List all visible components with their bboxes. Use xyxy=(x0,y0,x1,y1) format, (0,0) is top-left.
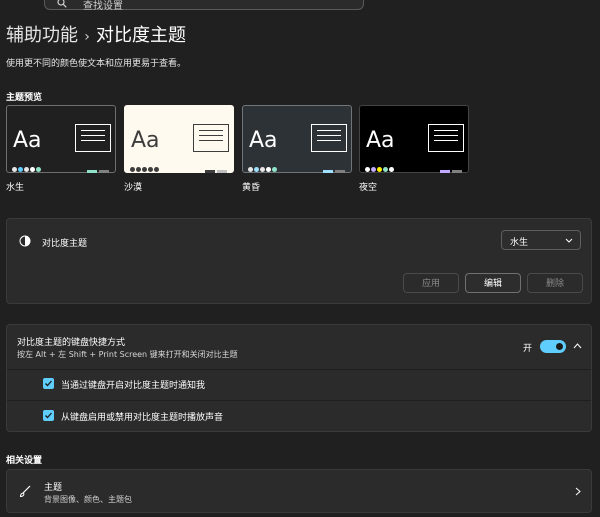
color-dot xyxy=(36,167,41,172)
divider xyxy=(7,400,591,401)
color-dot xyxy=(389,167,394,172)
related-settings-label: 相关设置 xyxy=(6,456,43,466)
color-dot xyxy=(148,167,153,172)
color-dot xyxy=(248,167,253,172)
color-dot xyxy=(130,167,135,172)
notify-option-label: 当通过键盘开启对比度主题时通知我 xyxy=(61,381,206,391)
page-description: 使用更不同的颜色使文本和应用更易于查看。 xyxy=(6,59,187,69)
toggle-knob xyxy=(556,343,563,350)
shortcut-subtitle: 按左 Alt + 左 Shift + Print Screen 键来打开和关闭对… xyxy=(17,350,238,359)
theme-card[interactable]: Aa xyxy=(124,105,234,173)
color-dot xyxy=(30,167,35,172)
contrast-icon xyxy=(19,235,31,247)
brush-icon xyxy=(19,485,31,498)
theme-window-preview xyxy=(193,124,229,152)
theme-sample-text: Aa xyxy=(131,128,160,153)
shortcut-panel: 对比度主题的键盘快捷方式 按左 Alt + 左 Shift + Print Sc… xyxy=(6,324,592,432)
theme-sample-text: Aa xyxy=(366,128,395,153)
preview-button xyxy=(205,170,215,173)
related-themes-subtitle: 背景图像、颜色、主题包 xyxy=(44,495,132,504)
color-dot xyxy=(12,167,17,172)
color-dot xyxy=(365,167,370,172)
theme-color-dots xyxy=(130,157,160,176)
search-icon xyxy=(57,0,67,8)
color-dot xyxy=(371,167,376,172)
notify-checkbox[interactable] xyxy=(43,378,54,389)
edit-button[interactable]: 编辑 xyxy=(465,273,521,293)
color-dot xyxy=(24,167,29,172)
preview-button xyxy=(452,170,462,173)
checkmark-icon xyxy=(45,380,52,387)
chevron-right-icon xyxy=(575,487,581,496)
sound-checkbox[interactable] xyxy=(43,410,54,421)
theme-name: 夜空 xyxy=(359,183,378,193)
theme-window-preview xyxy=(75,124,111,152)
theme-name: 水生 xyxy=(6,183,25,193)
theme-preview-label: 主题预览 xyxy=(6,93,43,103)
preview-button xyxy=(99,170,109,173)
chevron-right-icon: › xyxy=(84,29,90,45)
divider xyxy=(7,369,591,370)
theme-sample-text: Aa xyxy=(13,128,42,153)
theme-window-preview xyxy=(311,124,347,152)
theme-name: 黄昏 xyxy=(242,183,261,193)
chevron-down-icon xyxy=(565,238,573,243)
theme-color-dots xyxy=(248,157,278,176)
theme-card[interactable]: Aa xyxy=(359,105,469,173)
theme-button-preview xyxy=(87,158,111,177)
search-input[interactable]: 查找设置 xyxy=(83,0,123,12)
theme-card[interactable]: Aa xyxy=(6,105,116,173)
theme-color-dots xyxy=(365,157,395,176)
theme-dropdown-value: 水生 xyxy=(510,238,529,248)
color-dot xyxy=(272,167,277,172)
shortcut-toggle[interactable] xyxy=(540,340,566,353)
search-box[interactable]: 查找设置 xyxy=(44,0,364,12)
theme-button-preview xyxy=(440,158,464,177)
shortcut-title: 对比度主题的键盘快捷方式 xyxy=(17,338,126,348)
theme-card[interactable]: Aa xyxy=(242,105,352,173)
color-dot xyxy=(377,167,382,172)
theme-sample-text: Aa xyxy=(249,128,278,153)
color-dot xyxy=(266,167,271,172)
color-dot xyxy=(260,167,265,172)
related-themes-item[interactable]: 主题 背景图像、颜色、主题包 xyxy=(6,469,592,513)
theme-color-dots xyxy=(12,157,42,176)
color-dot xyxy=(18,167,23,172)
color-dot xyxy=(154,167,159,172)
preview-button xyxy=(440,170,450,173)
color-dot xyxy=(142,167,147,172)
delete-button[interactable]: 删除 xyxy=(527,273,583,293)
breadcrumb: 辅助功能 › 对比度主题 xyxy=(6,21,186,47)
contrast-theme-panel: 对比度主题 水生 应用 编辑 删除 xyxy=(6,218,592,304)
theme-dropdown[interactable]: 水生 xyxy=(501,230,581,250)
preview-button xyxy=(217,170,227,173)
theme-name: 沙漠 xyxy=(124,183,143,193)
chevron-up-icon[interactable] xyxy=(573,343,582,349)
toggle-state-label: 开 xyxy=(523,344,533,354)
checkmark-icon xyxy=(45,412,52,419)
related-themes-title: 主题 xyxy=(44,483,63,493)
theme-window-preview xyxy=(428,124,464,152)
apply-button[interactable]: 应用 xyxy=(403,273,459,293)
sound-option-label: 从键盘启用或禁用对比度主题时播放声音 xyxy=(61,413,224,423)
color-dot xyxy=(383,167,388,172)
page-title: 对比度主题 xyxy=(96,25,186,46)
color-dot xyxy=(254,167,259,172)
preview-button xyxy=(87,170,97,173)
color-dot xyxy=(136,167,141,172)
contrast-theme-label: 对比度主题 xyxy=(42,239,88,249)
theme-button-preview xyxy=(205,158,229,177)
preview-button xyxy=(323,170,333,173)
theme-button-preview xyxy=(323,158,347,177)
preview-button xyxy=(335,170,345,173)
breadcrumb-parent[interactable]: 辅助功能 xyxy=(6,25,78,46)
